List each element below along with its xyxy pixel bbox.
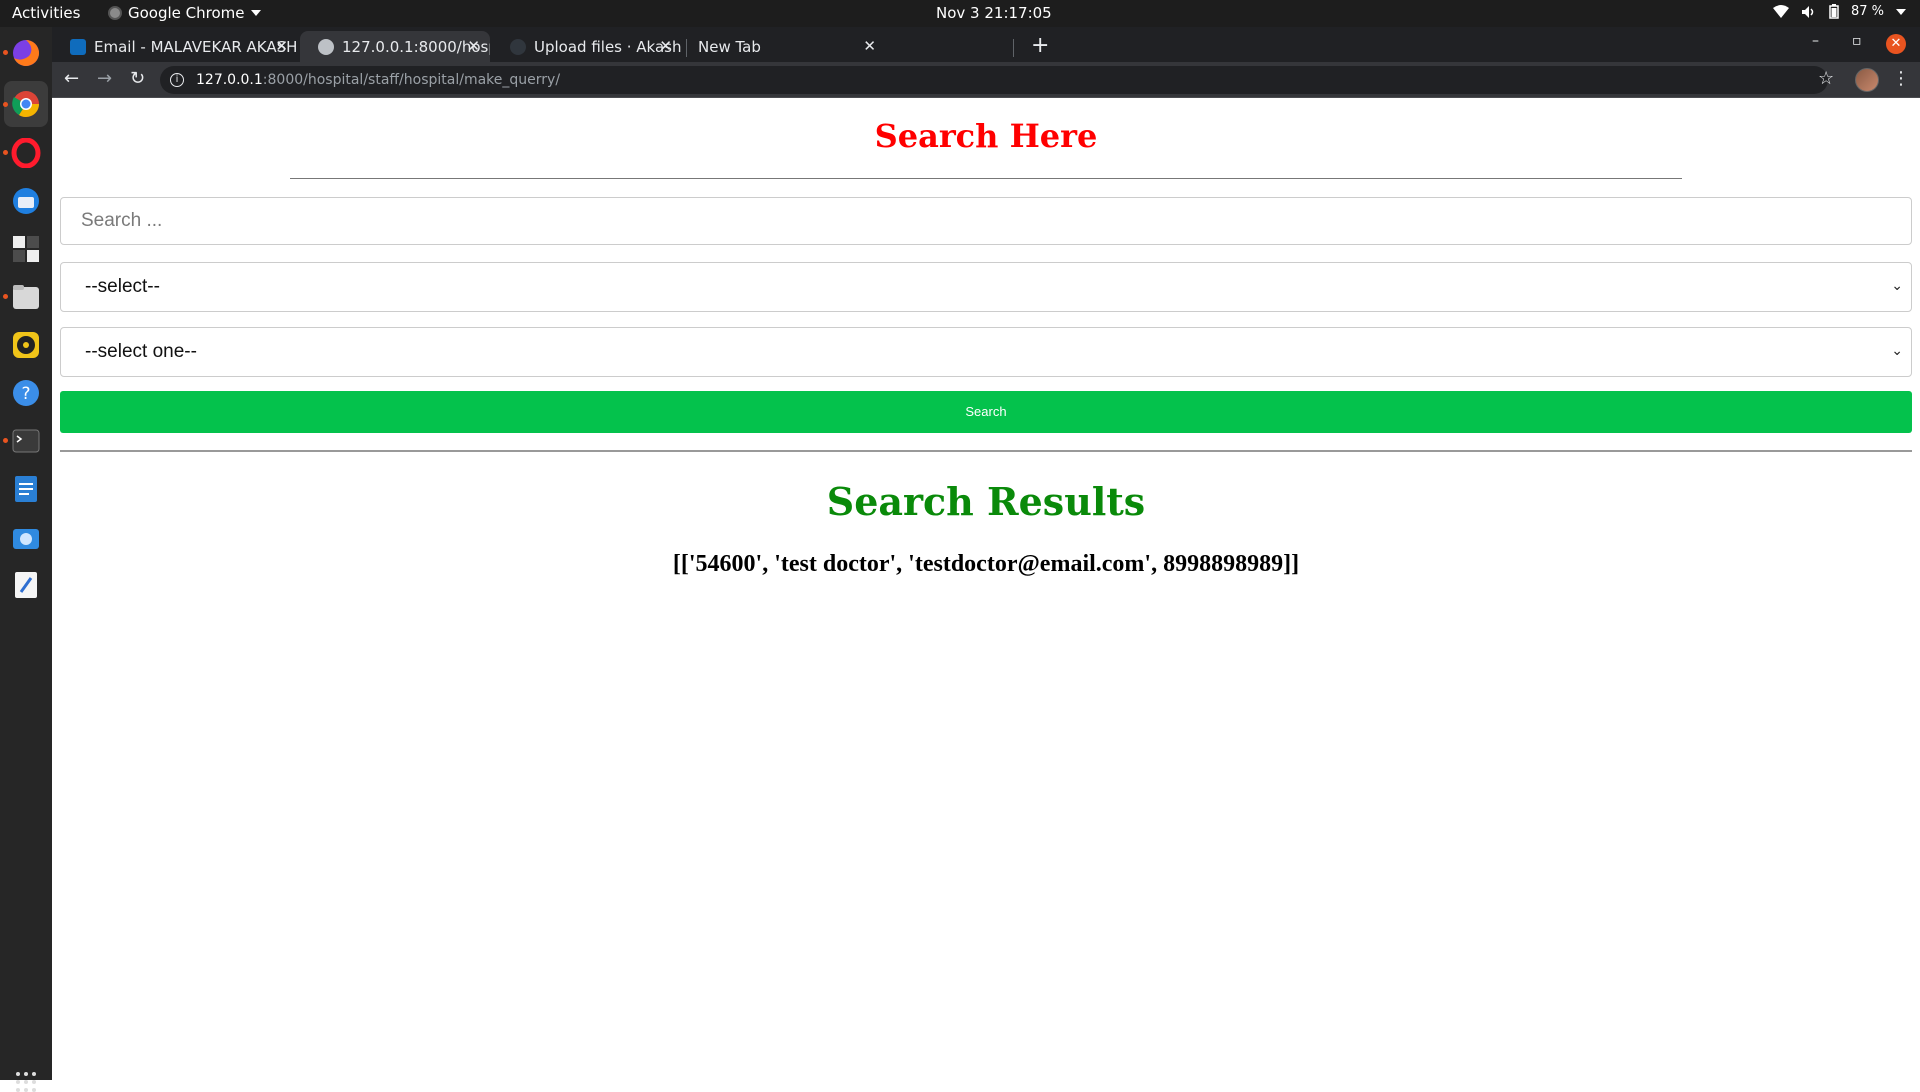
- chrome-icon[interactable]: [10, 88, 42, 120]
- tab-new-tab[interactable]: New Tab ✕: [690, 31, 886, 62]
- chevron-down-icon: ⌄: [1891, 277, 1903, 293]
- back-icon[interactable]: ←: [64, 68, 79, 89]
- github-icon: [510, 38, 526, 55]
- activities-button[interactable]: Activities: [12, 4, 80, 22]
- app-menu[interactable]: Google Chrome: [108, 4, 261, 22]
- system-top-bar: Activities Google Chrome Nov 3 21:17:05 …: [0, 0, 1920, 27]
- app-menu-label: Google Chrome: [128, 4, 245, 22]
- select-value: --select--: [85, 276, 160, 297]
- calculator-icon[interactable]: [10, 233, 42, 265]
- svg-text:?: ?: [21, 384, 30, 404]
- forward-icon[interactable]: →: [97, 68, 112, 89]
- search-button[interactable]: Search: [60, 391, 1912, 433]
- browser-toolbar: ← → ↻ i 127.0.0.1:8000/hospital/staff/ho…: [52, 62, 1920, 98]
- select-category[interactable]: --select-- ⌄: [60, 262, 1912, 312]
- close-icon[interactable]: ✕: [275, 37, 288, 55]
- text-editor-icon[interactable]: [10, 569, 42, 601]
- chevron-down-icon: [250, 10, 261, 16]
- minimize-icon[interactable]: –: [1812, 33, 1819, 49]
- url-path: :8000/hospital/staff/hospital/make_querr…: [262, 72, 561, 88]
- results-title: Search Results: [826, 479, 1146, 524]
- dock: ?: [0, 27, 52, 1092]
- kebab-menu-icon[interactable]: ⋮: [1892, 68, 1910, 89]
- rhythmbox-icon[interactable]: [10, 329, 42, 361]
- running-indicator: [3, 294, 8, 299]
- restore-icon[interactable]: ▫: [1852, 33, 1862, 49]
- select-value: --select one--: [85, 341, 197, 362]
- screenshot-icon[interactable]: [10, 521, 42, 553]
- tab-title: New Tab: [698, 37, 761, 56]
- running-indicator: [3, 438, 8, 443]
- tab-hospital[interactable]: 127.0.0.1:8000/hospital/staff ✕: [300, 31, 490, 62]
- tab-strip: Email - MALAVEKAR AKASH ✕ 127.0.0.1:8000…: [52, 27, 1920, 62]
- wifi-icon: [1772, 4, 1789, 18]
- reload-icon[interactable]: ↻: [130, 68, 145, 89]
- globe-icon: [318, 38, 334, 55]
- close-icon[interactable]: ✕: [467, 37, 480, 55]
- divider: [290, 178, 1682, 179]
- search-input[interactable]: [60, 197, 1912, 245]
- system-tray[interactable]: 87 %: [1772, 4, 1906, 19]
- app-grid-icon[interactable]: [16, 1072, 36, 1092]
- running-indicator: [3, 102, 8, 107]
- new-tab-icon[interactable]: +: [1031, 33, 1049, 58]
- tab-separator: [1013, 39, 1014, 57]
- page-content: Search Here --select-- ⌄ --select one-- …: [52, 99, 1920, 1080]
- opera-icon[interactable]: [10, 137, 42, 169]
- results-text: [['54600', 'test doctor', 'testdoctor@em…: [672, 551, 1300, 577]
- select-field[interactable]: --select one-- ⌄: [60, 327, 1912, 377]
- volume-icon: [1801, 5, 1814, 18]
- page-title: Search Here: [874, 117, 1098, 155]
- files-icon[interactable]: [10, 281, 42, 313]
- chrome-app-icon: [108, 6, 122, 20]
- divider: [60, 450, 1912, 452]
- running-indicator: [3, 150, 8, 155]
- profile-avatar[interactable]: [1855, 68, 1879, 92]
- help-icon[interactable]: ?: [10, 377, 42, 409]
- firefox-icon[interactable]: [10, 37, 42, 69]
- tab-github[interactable]: Upload files · Akash2918/H ✕: [492, 31, 682, 62]
- close-icon[interactable]: ✕: [863, 37, 876, 55]
- tab-separator: [686, 39, 687, 57]
- thunderbird-icon[interactable]: [10, 185, 42, 217]
- battery-percent: 87 %: [1850, 4, 1884, 19]
- battery-icon: [1829, 4, 1839, 19]
- chevron-down-icon: ⌄: [1891, 342, 1903, 358]
- tab-email[interactable]: Email - MALAVEKAR AKASH ✕: [52, 31, 298, 62]
- url-host: 127.0.0.1: [196, 72, 263, 88]
- info-icon[interactable]: i: [170, 73, 184, 87]
- outlook-icon: [70, 38, 86, 55]
- window-close-icon[interactable]: ✕: [1886, 34, 1906, 54]
- writer-icon[interactable]: [10, 473, 42, 505]
- address-bar[interactable]: i 127.0.0.1:8000/hospital/staff/hospital…: [160, 66, 1828, 94]
- terminal-icon[interactable]: [10, 425, 42, 457]
- chevron-down-icon: [1896, 8, 1906, 15]
- clock[interactable]: Nov 3 21:17:05: [936, 4, 1052, 22]
- running-indicator: [3, 50, 8, 55]
- close-icon[interactable]: ✕: [659, 37, 672, 55]
- tab-title: Email - MALAVEKAR AKASH: [94, 37, 298, 56]
- bookmark-star-icon[interactable]: ☆: [1818, 68, 1834, 89]
